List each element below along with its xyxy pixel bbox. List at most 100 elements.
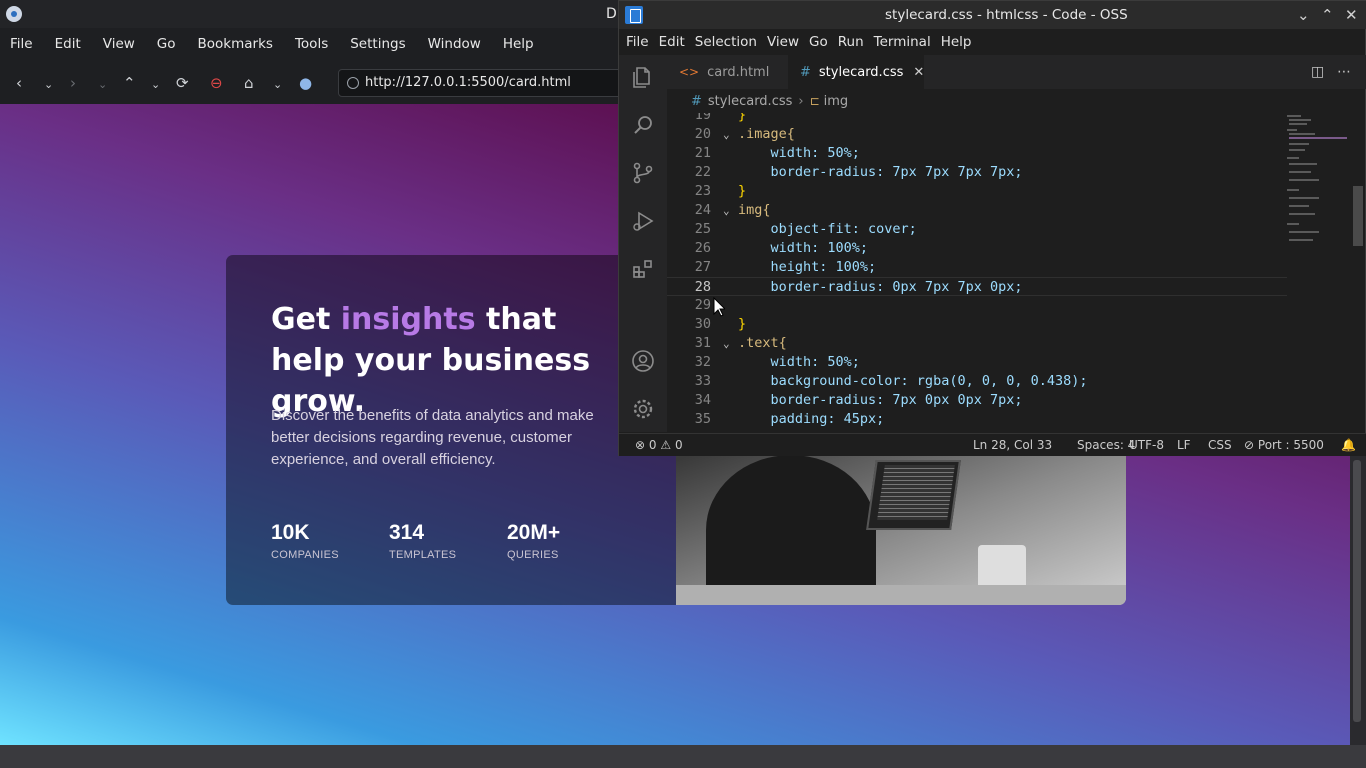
fold-chevron-icon[interactable]: ⌄ (723, 201, 730, 220)
stat-companies: 10K COMPANIES (271, 521, 389, 561)
stop-icon[interactable]: ⊖ (210, 74, 223, 92)
back-history-chevron-icon[interactable]: ⌄ (44, 76, 53, 94)
problems-status[interactable]: ⊗ 0 ⚠ 0 (635, 438, 683, 452)
line-number: 22 (694, 164, 711, 180)
code-line-current[interactable]: 28 border-radius: 0px 7px 7px 0px; (667, 277, 1287, 296)
editor-menu-help[interactable]: Help (936, 34, 977, 50)
headline-accent: insights (340, 302, 476, 337)
reload-icon[interactable]: ⟳ (176, 74, 189, 92)
up-icon[interactable]: ⌃ (123, 74, 136, 92)
code-line[interactable]: 26 width: 100%; (667, 239, 1287, 258)
code-text: } (738, 183, 747, 199)
url-text[interactable]: http://127.0.0.1:5500/card.html (365, 75, 571, 90)
breadcrumb-file[interactable]: stylecard.css (708, 94, 792, 109)
editor-menu-edit[interactable]: Edit (654, 34, 690, 50)
accounts-icon[interactable] (631, 349, 655, 373)
browser-scrollbar[interactable] (1350, 456, 1366, 745)
editor-menu-go[interactable]: Go (804, 34, 833, 50)
menu-view[interactable]: View (97, 36, 141, 52)
line-number: 33 (694, 373, 711, 389)
encoding-status[interactable]: UTF-8 (1129, 438, 1164, 452)
code-line[interactable]: 23} (667, 182, 1287, 201)
card-text-panel: Get insights that help your business gro… (226, 255, 676, 605)
notifications-bell-icon[interactable]: 🔔 (1341, 438, 1356, 452)
eol-status[interactable]: LF (1177, 438, 1191, 452)
code-line[interactable]: 34 border-radius: 7px 0px 0px 7px; (667, 391, 1287, 410)
settings-gear-icon[interactable] (631, 397, 655, 421)
code-line[interactable]: 35 padding: 45px; (667, 410, 1287, 429)
close-icon[interactable]: ✕ (1345, 6, 1358, 24)
editor-scrollbar-thumb[interactable] (1353, 186, 1363, 246)
code-line[interactable]: 32 width: 50%; (667, 353, 1287, 372)
menu-help[interactable]: Help (497, 36, 540, 52)
editor-menu-terminal[interactable]: Terminal (869, 34, 936, 50)
menu-tools[interactable]: Tools (289, 36, 334, 52)
code-line[interactable]: 21 width: 50%; (667, 144, 1287, 163)
code-line[interactable]: 27 height: 100%; (667, 258, 1287, 277)
download-icon[interactable]: ● (299, 74, 312, 92)
tab-card-html[interactable]: <> card.html (667, 55, 787, 89)
scrollbar-thumb[interactable] (1353, 460, 1361, 722)
minimize-icon[interactable]: ⌄ (1297, 6, 1310, 24)
cursor-position[interactable]: Ln 28, Col 33 (973, 438, 1052, 452)
tab-stylecard-css[interactable]: # stylecard.css ✕ (788, 55, 924, 89)
editor-menu-file[interactable]: File (621, 34, 654, 50)
menu-settings[interactable]: Settings (344, 36, 411, 52)
code-editor-window: stylecard.css - htmlcss - Code - OSS ⌄ ⌃… (618, 0, 1366, 456)
code-line[interactable]: 25 object-fit: cover; (667, 220, 1287, 239)
breadcrumb: # stylecard.css › ⊏ img (667, 90, 1366, 112)
tab-close-icon[interactable]: ✕ (913, 65, 924, 80)
editor-menu-run[interactable]: Run (833, 34, 869, 50)
editor-menu-view[interactable]: View (762, 34, 804, 50)
line-number: 30 (694, 316, 711, 332)
more-actions-icon[interactable]: ⋯ (1337, 64, 1351, 80)
forward-history-chevron-icon[interactable]: ⌄ (98, 76, 107, 94)
code-area[interactable]: 19} 20 ⌄ .image{ 21 width: 50%; 22 border-… (667, 113, 1287, 432)
code-line[interactable]: 29 (667, 296, 1287, 315)
browser-app-icon[interactable] (6, 6, 22, 22)
up-chevron-icon[interactable]: ⌄ (151, 76, 160, 94)
fold-chevron-icon[interactable]: ⌄ (723, 125, 730, 144)
maximize-icon[interactable]: ⌃ (1321, 6, 1334, 24)
explorer-icon[interactable] (631, 65, 655, 89)
url-bar[interactable]: http://127.0.0.1:5500/card.html (338, 69, 628, 97)
search-icon[interactable] (631, 113, 655, 137)
indentation-status[interactable]: Spaces: 4 (1077, 438, 1135, 452)
extensions-icon[interactable] (631, 257, 655, 281)
split-editor-icon[interactable]: ◫ (1311, 64, 1324, 80)
minimap[interactable] (1285, 113, 1353, 253)
code-text: border-radius: 0px 7px 7px 0px; (738, 279, 1023, 295)
code-line[interactable]: 30} (667, 315, 1287, 334)
code-line[interactable]: 33 background-color: rgba(0, 0, 0, 0.438… (667, 372, 1287, 391)
live-server-port[interactable]: ⊘ Port : 5500 (1244, 438, 1324, 452)
home-icon[interactable]: ⌂ (244, 74, 254, 92)
back-icon[interactable]: ‹ (16, 74, 22, 92)
stat-label: COMPANIES (271, 549, 339, 561)
css-file-icon: # (691, 93, 702, 109)
breadcrumb-symbol[interactable]: img (824, 94, 849, 109)
source-control-icon[interactable] (631, 161, 655, 185)
menu-file[interactable]: File (4, 36, 39, 52)
language-mode[interactable]: CSS (1208, 438, 1232, 452)
menu-bookmarks[interactable]: Bookmarks (192, 36, 279, 52)
editor-menu-selection[interactable]: Selection (690, 34, 762, 50)
code-line[interactable]: 24 ⌄ img{ (667, 201, 1287, 220)
fold-chevron-icon[interactable]: ⌄ (723, 334, 730, 353)
code-line[interactable]: 19} (667, 113, 1287, 125)
forward-icon[interactable]: › (70, 74, 76, 92)
run-debug-icon[interactable] (631, 209, 655, 233)
code-line[interactable]: 20 ⌄ .image{ (667, 125, 1287, 144)
line-number: 32 (694, 354, 711, 370)
code-line[interactable]: 22 border-radius: 7px 7px 7px 7px; (667, 163, 1287, 182)
editor-menubar: File Edit Selection View Go Run Terminal… (619, 30, 976, 54)
menu-go[interactable]: Go (151, 36, 182, 52)
line-number: 27 (694, 259, 711, 275)
code-line[interactable]: 31 ⌄ .text{ (667, 334, 1287, 353)
symbol-icon: ⊏ (809, 94, 820, 108)
home-chevron-icon[interactable]: ⌄ (273, 76, 282, 94)
menu-edit[interactable]: Edit (49, 36, 87, 52)
bottom-panel (0, 745, 1366, 768)
css-file-icon: # (800, 64, 811, 80)
code-text: width: 100%; (738, 240, 869, 256)
menu-window[interactable]: Window (422, 36, 487, 52)
